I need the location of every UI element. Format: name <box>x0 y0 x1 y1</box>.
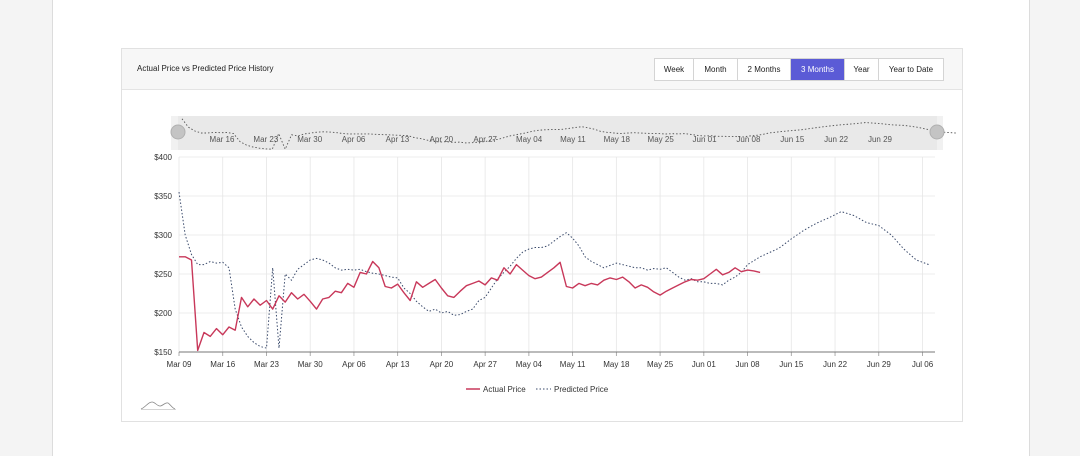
y-tick-label: $350 <box>154 192 172 201</box>
navigator-tick-label: Jun 29 <box>868 135 893 144</box>
y-tick-label: $300 <box>154 231 172 240</box>
navigator-tick-label: Apr 06 <box>342 135 366 144</box>
navigator-tick-label: Mar 16 <box>210 135 235 144</box>
x-tick-label: Mar 30 <box>298 360 323 369</box>
series-line-predicted <box>178 192 929 349</box>
navigator-tick-label: Apr 13 <box>386 135 410 144</box>
legend-item-actual[interactable]: Actual Price <box>466 385 526 394</box>
x-tick-label: Jun 29 <box>867 360 892 369</box>
x-tick-label: Mar 16 <box>210 360 235 369</box>
x-tick-label: Apr 27 <box>473 360 497 369</box>
x-tick-label: Mar 23 <box>254 360 279 369</box>
navigator-tick-label: Jun 15 <box>780 135 805 144</box>
x-tick-label: Jun 15 <box>779 360 804 369</box>
x-tick-label: Jun 22 <box>823 360 848 369</box>
legend-label-predicted: Predicted Price <box>554 385 609 394</box>
sparkline-logo-icon <box>140 401 176 410</box>
y-axis-tick-labels: $150 $200 $250 $300 $350 $400 <box>154 153 172 357</box>
plot-grid <box>178 156 935 356</box>
navigator-tick-label: Mar 23 <box>253 135 278 144</box>
legend: Actual Price Predicted Price <box>466 385 609 394</box>
x-tick-label: Apr 06 <box>342 360 366 369</box>
navigator-tick-label: May 25 <box>648 135 675 144</box>
x-tick-label: May 04 <box>516 360 543 369</box>
x-tick-label: May 25 <box>647 360 674 369</box>
navigator-tick-label: Jun 22 <box>824 135 849 144</box>
y-tick-label: $400 <box>154 153 172 162</box>
y-tick-label: $200 <box>154 309 172 318</box>
x-tick-label: Apr 13 <box>386 360 410 369</box>
x-tick-label: May 18 <box>603 360 630 369</box>
x-tick-label: Jun 08 <box>736 360 761 369</box>
navigator-tick-label: Apr 20 <box>430 135 454 144</box>
navigator-tick-label: May 18 <box>604 135 631 144</box>
x-tick-label: Mar 09 <box>167 360 192 369</box>
y-tick-label: $250 <box>154 270 172 279</box>
navigator-left-handle[interactable] <box>170 124 186 140</box>
navigator-window[interactable] <box>178 116 937 150</box>
navigator-tick-label: Mar 30 <box>297 135 322 144</box>
y-tick-label: $150 <box>154 348 172 357</box>
navigator: Mar 16 Mar 23 Mar 30 Apr 06 Apr 13 Apr 20 Apr … <box>170 116 956 151</box>
x-tick-label: Jun 01 <box>692 360 717 369</box>
navigator-right-handle[interactable] <box>929 124 945 140</box>
navigator-tick-label: May 11 <box>560 135 586 144</box>
price-history-chart: Mar 16 Mar 23 Mar 30 Apr 06 Apr 13 Apr 20 Apr … <box>140 116 956 410</box>
x-tick-label: Jul 06 <box>912 360 934 369</box>
x-tick-label: May 11 <box>560 360 586 369</box>
legend-label-actual: Actual Price <box>483 385 526 394</box>
series-lines <box>178 192 929 352</box>
legend-item-predicted[interactable]: Predicted Price <box>536 385 609 394</box>
x-axis-tick-labels: Mar 09 Mar 16 Mar 23 Mar 30 Apr 06 Apr 13 Apr … <box>167 360 934 369</box>
navigator-tick-label: May 04 <box>516 135 543 144</box>
x-tick-label: Apr 20 <box>430 360 454 369</box>
